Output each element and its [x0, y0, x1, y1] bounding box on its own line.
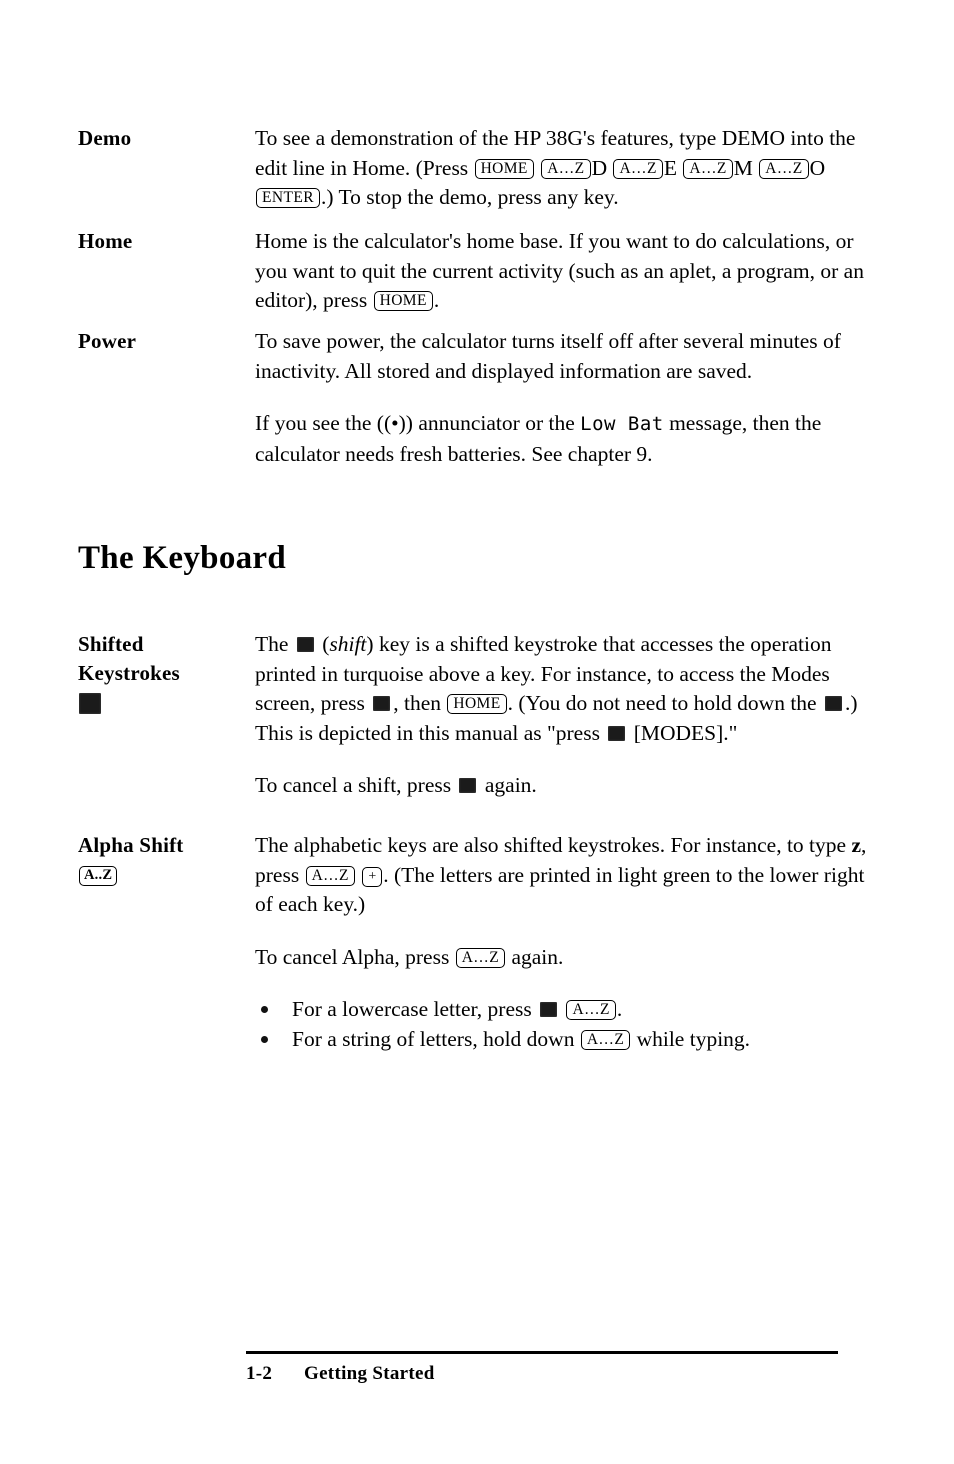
page-number: 1-2 — [246, 1362, 273, 1384]
entry-body: To save power, the calculator turns itse… — [255, 327, 868, 469]
alpha-key-icon: A..Z — [79, 866, 118, 886]
key-cap: A…Z — [541, 158, 591, 179]
key-cap: A…Z — [613, 158, 663, 179]
key-cap: A…Z — [683, 158, 733, 179]
key-cap: A…Z — [580, 1030, 631, 1050]
paragraph: To cancel Alpha, press A…Z again. — [255, 944, 564, 969]
entry-term-line: Alpha Shift — [78, 833, 184, 857]
page-footer: 1-2 Getting Started — [246, 1351, 838, 1385]
paragraph: To cancel a shift, press again. — [255, 773, 537, 797]
entry-term-line: Keystrokes — [78, 661, 180, 685]
key-cap: HOME — [474, 158, 534, 179]
entry-home: Home Home is the calculator's home base.… — [78, 227, 868, 316]
paragraph: To see a demonstration of the HP 38G's f… — [255, 126, 856, 209]
key-cap: A…Z — [566, 1000, 616, 1020]
manual-page: Demo To see a demonstration of the HP 38… — [0, 0, 954, 1464]
entry-term: Power — [78, 329, 137, 353]
bullet-list: For a lowercase letter, press A…Z. For a … — [255, 994, 868, 1054]
footer-title: Getting Started — [304, 1362, 435, 1384]
key-cap: A…Z — [305, 865, 355, 886]
entry-term-line: Shifted — [78, 632, 144, 656]
list-item: For a lowercase letter, press A…Z. — [255, 994, 868, 1024]
entry-term: Shifted Keystrokes — [78, 630, 248, 714]
paragraph: The (shift) key is a shifted keystroke t… — [255, 632, 858, 745]
shift-key-icon — [296, 637, 314, 652]
key-cap: HOME — [373, 291, 433, 311]
display-text: Low Bat — [580, 413, 664, 435]
shift-key-icon — [79, 693, 101, 714]
footer-line: 1-2 Getting Started — [246, 1363, 838, 1385]
key-cap: A…Z — [759, 158, 809, 179]
entry-body: To see a demonstration of the HP 38G's f… — [255, 124, 868, 213]
footer-rule — [246, 1351, 838, 1354]
entry-shifted-keystrokes: Shifted Keystrokes The (shift) key is a … — [78, 630, 868, 801]
paragraph: To save power, the calculator turns itse… — [255, 329, 841, 383]
paragraph: If you see the ((•)) annunciator or the … — [255, 411, 822, 466]
key-cap-plus: + — [362, 866, 383, 887]
entry-alpha-shift: Alpha Shift A..Z The alphabetic keys are… — [78, 831, 868, 1054]
entry-term: Alpha Shift A..Z — [78, 831, 248, 889]
entry-body: The alphabetic keys are also shifted key… — [255, 831, 868, 1054]
entry-paragraphs: The alphabetic keys are also shifted key… — [255, 831, 868, 972]
key-cap: ENTER — [256, 188, 320, 208]
entry-term: Demo — [78, 126, 132, 150]
shift-key-icon — [608, 725, 626, 741]
list-item: For a string of letters, hold down A…Z w… — [255, 1024, 868, 1054]
bullet-icon — [261, 1006, 268, 1013]
paragraph: Home is the calculator's home base. If y… — [255, 229, 864, 312]
strong-text: z — [851, 833, 861, 857]
entry-term: Home — [78, 229, 133, 253]
section-heading: The Keyboard — [78, 540, 287, 576]
shift-key-icon — [373, 696, 391, 711]
entry-body: The (shift) key is a shifted keystroke t… — [255, 630, 868, 801]
shift-key-icon — [459, 778, 477, 793]
entry-demo: Demo To see a demonstration of the HP 38… — [78, 124, 868, 213]
bullet-icon — [261, 1036, 268, 1043]
key-cap: A…Z — [455, 947, 506, 968]
emphasis-text: shift — [329, 632, 367, 656]
shift-key-icon — [824, 696, 842, 711]
paragraph: The alphabetic keys are also shifted key… — [255, 833, 867, 916]
entry-power: Power To save power, the calculator turn… — [78, 327, 868, 469]
shift-key-icon — [540, 1002, 558, 1017]
entry-body: Home is the calculator's home base. If y… — [255, 227, 868, 316]
key-cap: HOME — [447, 694, 507, 714]
